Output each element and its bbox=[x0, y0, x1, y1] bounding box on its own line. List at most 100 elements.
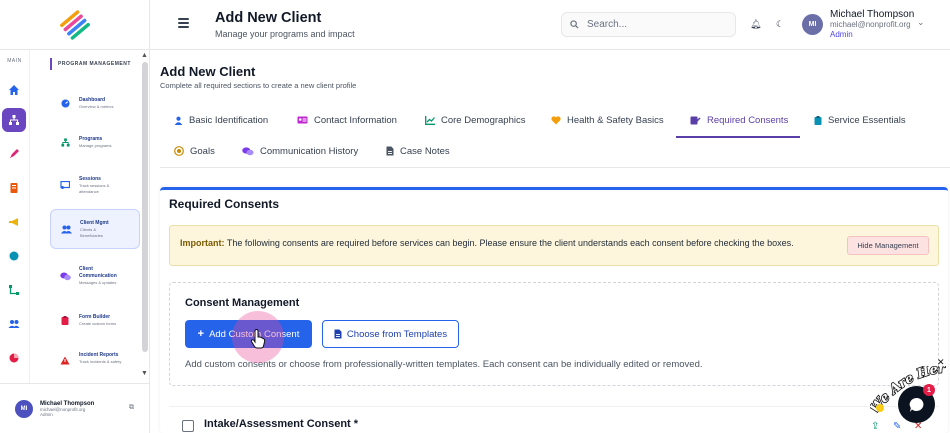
sidebar-item-dashboard[interactable]: Dashboard Overview & metrics bbox=[50, 83, 140, 123]
top-header: Add New Client Manage your programs and … bbox=[150, 0, 950, 50]
important-alert: Important: The following consents are re… bbox=[169, 225, 939, 266]
logo-icon bbox=[59, 9, 90, 40]
icon-rail: MAIN bbox=[0, 50, 30, 383]
rail-pie-button[interactable] bbox=[2, 346, 26, 370]
app-logo[interactable] bbox=[0, 0, 150, 50]
consent-management-title: Consent Management bbox=[185, 297, 300, 309]
sidebar-item-programs[interactable]: Programs Manage programs bbox=[50, 122, 140, 162]
rail-globe-button[interactable] bbox=[2, 244, 26, 268]
sidebar-item-title: Sessions bbox=[79, 175, 101, 182]
chevron-down-icon[interactable]: ⌄ bbox=[917, 17, 925, 28]
heart-icon bbox=[551, 115, 561, 125]
user-name: Michael Thompson bbox=[830, 9, 915, 20]
sidebar-item-client-mgmt[interactable]: Client Mgmt Clients & Beneficiaries bbox=[50, 209, 140, 249]
sidebar-section-title: PROGRAM MANAGEMENT bbox=[50, 58, 131, 70]
edit-icon[interactable]: ✎ bbox=[893, 421, 901, 432]
sidebar-item-client-communication[interactable]: Client Communication Messages & updates bbox=[50, 256, 140, 296]
search-input[interactable] bbox=[587, 19, 727, 30]
avatar: MI bbox=[15, 399, 33, 418]
signature-icon bbox=[690, 116, 701, 125]
clipboard-icon bbox=[59, 314, 71, 326]
rail-rocket-button[interactable] bbox=[2, 142, 26, 166]
user-role: Admin bbox=[830, 30, 853, 39]
sidebar-item-title: Dashboard bbox=[79, 96, 106, 103]
sidebar-item-title: Programs bbox=[79, 135, 103, 142]
tab-goals[interactable]: Goals bbox=[174, 140, 215, 162]
sidebar-scrollbar[interactable]: ▲ ▼ bbox=[141, 52, 148, 377]
sidebar-item-title: Client Mgmt bbox=[80, 219, 109, 226]
comments-icon bbox=[59, 270, 71, 282]
tab-core-demographics[interactable]: Core Demographics bbox=[425, 109, 525, 131]
add-custom-consent-button[interactable]: + Add Custom Consent bbox=[185, 320, 312, 348]
tab-label: Communication History bbox=[260, 145, 359, 157]
flow-icon bbox=[9, 285, 19, 295]
plus-icon: + bbox=[197, 328, 205, 340]
document-icon bbox=[10, 183, 18, 193]
alert-text: The following consents are required befo… bbox=[224, 238, 794, 248]
tab-case-notes[interactable]: Case Notes bbox=[386, 140, 450, 162]
tab-health-safety-basics[interactable]: Health & Safety Basics bbox=[551, 109, 664, 131]
scroll-down-icon[interactable]: ▼ bbox=[141, 370, 148, 378]
target-icon bbox=[174, 146, 184, 156]
choose-templates-button[interactable]: Choose from Templates bbox=[322, 320, 459, 348]
bell-icon[interactable]: 🔔︎ bbox=[750, 19, 761, 30]
rail-home-button[interactable] bbox=[2, 78, 26, 102]
tab-service-essentials[interactable]: Service Essentials bbox=[814, 109, 906, 131]
rocket-icon bbox=[10, 149, 19, 158]
sidebar-item-desc: Overview & metrics bbox=[79, 103, 114, 109]
rail-megaphone-button[interactable] bbox=[2, 210, 26, 234]
tab-required-consents[interactable]: Required Consents bbox=[690, 109, 788, 131]
consent-item: Intake/Assessment Consent * ⇪ ✎ ✕ bbox=[169, 406, 939, 433]
sidebar-item-sessions[interactable]: Sessions Track sessions & attendance bbox=[50, 165, 140, 205]
tab-contact-information[interactable]: Contact Information bbox=[297, 109, 397, 131]
rail-flow-button[interactable] bbox=[2, 278, 26, 302]
home-icon bbox=[9, 85, 19, 95]
rail-document-button[interactable] bbox=[2, 176, 26, 200]
chalkboard-icon bbox=[59, 179, 71, 191]
scroll-up-icon[interactable]: ▲ bbox=[141, 52, 148, 60]
avatar[interactable]: MI bbox=[802, 14, 823, 35]
sidebar-item-desc: Create custom forms bbox=[79, 320, 117, 326]
tab-label: Service Essentials bbox=[828, 114, 906, 126]
search-box[interactable] bbox=[561, 12, 736, 37]
external-link-icon[interactable]: ⧉ bbox=[129, 404, 134, 412]
consent-checkbox[interactable] bbox=[182, 420, 194, 432]
consent-label: Intake/Assessment Consent * bbox=[204, 418, 359, 430]
main-content: Add New Client Complete all required sec… bbox=[150, 50, 950, 433]
warning-icon bbox=[59, 354, 71, 366]
tab-label: Health & Safety Basics bbox=[567, 114, 664, 126]
page-title: Add New Client bbox=[160, 64, 256, 79]
sidebar-item-title: Incident Reports bbox=[79, 351, 119, 358]
scrollbar-thumb[interactable] bbox=[142, 62, 148, 352]
sidebar-item-form-builder[interactable]: Form Builder Create custom forms bbox=[50, 300, 140, 340]
hide-management-button[interactable]: Hide Management bbox=[847, 236, 929, 255]
sidebar-item-incident-reports[interactable]: Incident Reports Track incidents & safety bbox=[50, 340, 140, 380]
hand-cursor-icon bbox=[250, 329, 266, 349]
chat-notification-badge: 1 bbox=[923, 384, 935, 396]
file-icon bbox=[334, 329, 342, 339]
chat-icon bbox=[909, 397, 923, 412]
rail-label: MAIN bbox=[7, 58, 22, 64]
tab-communication-history[interactable]: Communication History bbox=[242, 140, 358, 162]
tab-label: Core Demographics bbox=[441, 114, 526, 126]
sidebar-item-title: Form Builder bbox=[79, 313, 111, 320]
search-icon bbox=[570, 20, 579, 29]
sidebar-user-footer[interactable]: MI Michael Thompson michael@nonprofit.or… bbox=[0, 383, 150, 433]
page-subtitle: Complete all required sections to create… bbox=[160, 81, 357, 90]
rail-users-button[interactable] bbox=[2, 312, 26, 336]
sidebar-item-title: Client Communication bbox=[79, 266, 117, 279]
sitemap-icon bbox=[9, 115, 19, 125]
rail-network-button[interactable] bbox=[2, 108, 26, 132]
tab-basic-identification[interactable]: Basic Identification bbox=[174, 109, 268, 131]
user-role: Admin bbox=[40, 411, 53, 417]
alert-label: Important: bbox=[180, 238, 225, 248]
megaphone-icon bbox=[9, 218, 18, 226]
file-icon bbox=[386, 146, 394, 156]
upload-icon[interactable]: ⇪ bbox=[871, 421, 879, 432]
user-name: Michael Thompson bbox=[40, 400, 95, 407]
header-title: Add New Client bbox=[215, 10, 322, 26]
sidebar-item-desc: Clients & Beneficiaries bbox=[80, 226, 103, 238]
menu-toggle-icon[interactable] bbox=[178, 18, 189, 28]
globe-icon bbox=[9, 251, 19, 261]
moon-icon[interactable]: ☾ bbox=[776, 19, 784, 30]
